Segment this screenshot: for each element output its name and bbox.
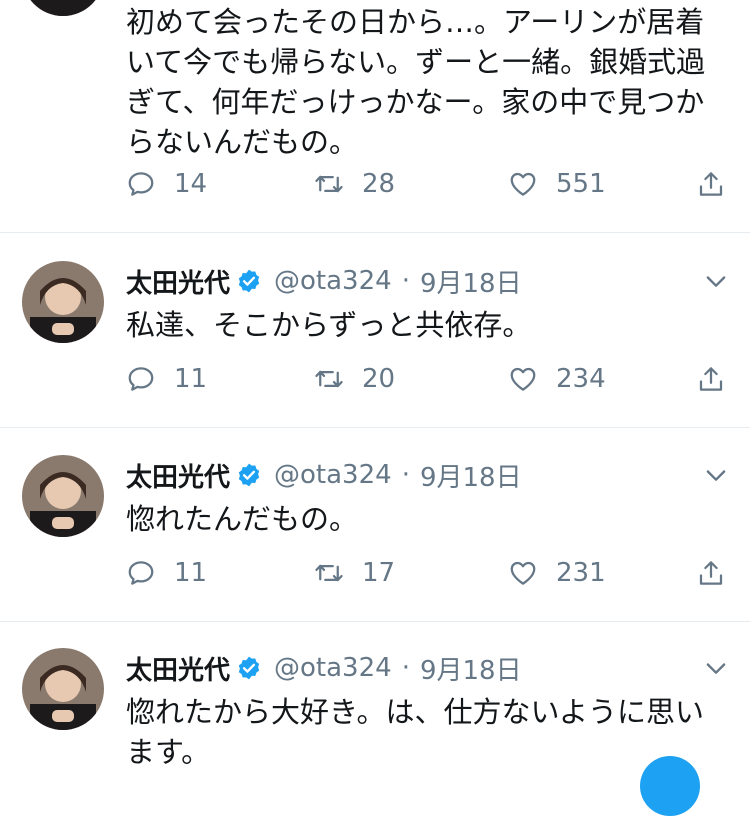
- like-icon: [510, 367, 536, 391]
- user-handle[interactable]: @ota324: [274, 460, 392, 490]
- reply-icon: [128, 561, 154, 585]
- like-button[interactable]: 234: [508, 359, 606, 399]
- share-button[interactable]: [696, 164, 726, 204]
- avatar[interactable]: [22, 0, 104, 16]
- verified-badge-icon: [238, 463, 260, 487]
- avatar[interactable]: [22, 455, 104, 537]
- tweet-actions: 11 17 231: [126, 553, 736, 593]
- tweet-header: 太田光代 @ota324 · 9月18日: [126, 261, 522, 301]
- share-icon: [699, 172, 723, 196]
- chevron-down-icon[interactable]: [702, 461, 730, 489]
- chevron-down-icon[interactable]: [702, 654, 730, 682]
- tweet-3[interactable]: 太田光代 @ota324 · 9月18日 惚れたんだもの。 11 17 231: [0, 428, 750, 621]
- share-icon: [699, 561, 723, 585]
- display-name[interactable]: 太田光代: [126, 263, 230, 300]
- avatar[interactable]: [22, 648, 104, 730]
- like-icon: [510, 172, 536, 196]
- tweet-date[interactable]: 9月18日: [420, 650, 522, 687]
- separator-dot: ·: [401, 653, 410, 683]
- like-icon: [510, 561, 536, 585]
- reply-button[interactable]: 11: [126, 359, 207, 399]
- user-handle[interactable]: @ota324: [274, 266, 392, 296]
- like-count: 231: [556, 558, 606, 588]
- retweet-icon: [315, 175, 343, 193]
- tweet-4[interactable]: 太田光代 @ota324 · 9月18日 惚れたから大好き。は、仕方ないように思…: [0, 622, 750, 769]
- reply-icon: [128, 172, 154, 196]
- tweet-header: 太田光代 @ota324 · 9月18日: [126, 455, 522, 495]
- display-name[interactable]: 太田光代: [126, 650, 230, 687]
- reply-count: 11: [174, 558, 208, 588]
- display-name[interactable]: 太田光代: [126, 457, 230, 494]
- retweet-button[interactable]: 20: [314, 359, 395, 399]
- tweet-2[interactable]: 太田光代 @ota324 · 9月18日 私達、そこからずっと共依存。 11 2…: [0, 233, 750, 427]
- avatar[interactable]: [22, 261, 104, 343]
- verified-badge-icon: [238, 656, 260, 680]
- retweet-count: 20: [362, 364, 396, 394]
- retweet-count: 17: [362, 558, 396, 588]
- like-button[interactable]: 231: [508, 553, 606, 593]
- separator-dot: ·: [401, 460, 410, 490]
- retweet-icon: [315, 564, 343, 582]
- share-icon: [699, 367, 723, 391]
- tweet-text: 惚れたんだもの。: [126, 502, 359, 536]
- tweet-1[interactable]: 初めて会ったその日から…。アーリンが居着いて今でも帰らない。ずーと一緒。銀婚式過…: [0, 0, 750, 232]
- tweet-text: 惚れたから大好き。は、仕方ないように思います。: [126, 695, 704, 769]
- share-button[interactable]: [696, 553, 726, 593]
- retweet-button[interactable]: 28: [314, 164, 395, 204]
- like-button[interactable]: 551: [508, 164, 606, 204]
- tweet-actions: 11 20 234: [126, 359, 736, 399]
- tweet-date[interactable]: 9月18日: [420, 263, 522, 300]
- reply-button[interactable]: 11: [126, 553, 207, 593]
- reply-count: 11: [174, 364, 208, 394]
- chevron-down-icon[interactable]: [702, 267, 730, 295]
- retweet-count: 28: [362, 169, 396, 199]
- like-count: 551: [556, 169, 606, 199]
- reply-button[interactable]: 14: [126, 164, 207, 204]
- compose-tweet-button[interactable]: [640, 756, 700, 816]
- tweet-text: 私達、そこからずっと共依存。: [126, 308, 532, 342]
- tweet-text: 初めて会ったその日から…。アーリンが居着いて今でも帰らない。ずーと一緒。銀婚式過…: [126, 5, 706, 159]
- separator-dot: ·: [401, 266, 410, 296]
- tweet-header: 太田光代 @ota324 · 9月18日: [126, 648, 522, 688]
- retweet-icon: [315, 370, 343, 388]
- like-count: 234: [556, 364, 606, 394]
- user-handle[interactable]: @ota324: [274, 653, 392, 683]
- share-button[interactable]: [696, 359, 726, 399]
- reply-count: 14: [174, 169, 208, 199]
- tweet-date[interactable]: 9月18日: [420, 457, 522, 494]
- retweet-button[interactable]: 17: [314, 553, 395, 593]
- verified-badge-icon: [238, 269, 260, 293]
- tweet-actions: 14 28 551: [126, 164, 736, 204]
- reply-icon: [128, 367, 154, 391]
